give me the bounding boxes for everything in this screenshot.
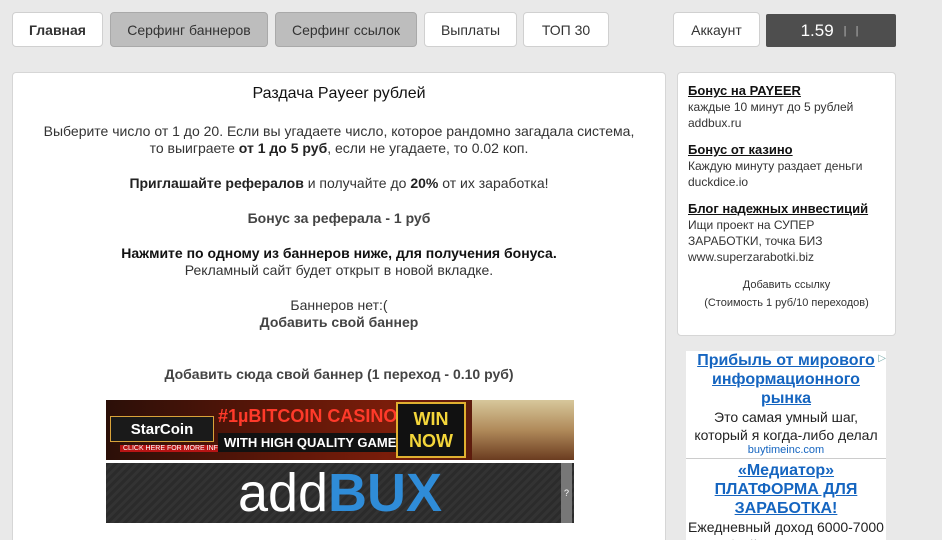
nav-top30[interactable]: ТОП 30 [523, 12, 609, 47]
ad-text: Это самая умный шаг, который я когда-либ… [694, 409, 878, 443]
sidebar-item-desc: Ищи проект на СУПЕР ЗАРАБОТКИ, точка БИЗ [688, 218, 823, 248]
starcoin-banner[interactable]: StarCoin CLICK HERE FOR MORE INFO #1µBIT… [106, 400, 574, 460]
sidebar-item[interactable]: Блог надежных инвестиций Ищи проект на С… [688, 201, 885, 265]
prize-range: от 1 до 5 руб [238, 140, 328, 156]
rules-suffix: , если не угадаете, то 0.02 коп. [327, 140, 529, 156]
starcoin-logo: StarCoin [110, 416, 214, 442]
add-banner-here-link[interactable]: Добавить сюда свой баннер (1 переход - 0… [13, 366, 665, 383]
referral-bonus: Бонус за реферала - 1 руб [247, 210, 431, 226]
casino-characters-image [472, 400, 574, 460]
click-instruction: Нажмите по одному из баннеров ниже, для … [121, 245, 557, 261]
nav-account[interactable]: Аккаунт [673, 12, 760, 47]
addbux-logo-add: add [237, 463, 329, 523]
nav-home[interactable]: Главная [12, 12, 103, 47]
sidebar-item-url: www.superzarabotki.biz [688, 250, 815, 264]
rules-line-1: Выберите число от 1 до 20. Если вы угада… [43, 123, 635, 139]
main-panel: Раздача Payeer рублей Выберите число от … [12, 72, 666, 540]
sidebar-item-url: addbux.ru [688, 116, 742, 130]
ad-text: Ежедневный доход 6000-7000 рублей на Авт… [688, 519, 884, 540]
casino-headline: #1µBITCOIN CASINO [218, 406, 398, 426]
rules-prefix: то выиграете [149, 140, 239, 156]
balance-bars: | | [843, 24, 862, 37]
addbux-logo-bux: BUX [328, 463, 443, 523]
ad-url[interactable]: buytimeinc.com [686, 444, 886, 456]
sidebar-item-title[interactable]: Блог надежных инвестиций [688, 201, 885, 217]
page-title: Раздача Payeer рублей [252, 85, 426, 102]
nav-payouts[interactable]: Выплаты [424, 12, 517, 47]
add-banner-link[interactable]: Добавить свой баннер [13, 314, 665, 331]
referral-line: Приглашайте рефералов и получайте до 20%… [13, 175, 665, 192]
rules-line-2: то выиграете от 1 до 5 руб, если не угад… [13, 140, 665, 157]
nav-banner-surf[interactable]: Серфинг баннеров [110, 12, 268, 47]
referral-mid: и получайте до [303, 175, 411, 191]
win-now-badge: WIN NOW [396, 402, 466, 458]
sidebar-item[interactable]: Бонус от казино Каждую минуту раздает де… [688, 142, 885, 190]
addbux-banner[interactable]: add BUX ? [106, 463, 574, 523]
sidebar-item[interactable]: Бонус на PAYEER каждые 10 минут до 5 руб… [688, 83, 885, 131]
nav-link-surf[interactable]: Серфинг ссылок [275, 12, 417, 47]
balance-display[interactable]: 1.59 | | [766, 14, 896, 47]
no-banners-text: Баннеров нет:( [290, 297, 388, 313]
help-icon[interactable]: ? [560, 463, 572, 523]
ad-title[interactable]: Прибыль от мирового информационного рынк… [686, 351, 886, 408]
balance-value: 1.59 [800, 20, 834, 40]
referral-post: от их заработка! [438, 175, 549, 191]
sidebar-item-title[interactable]: Бонус от казино [688, 142, 885, 158]
sidebar-item-desc: каждые 10 минут до 5 рублей [688, 100, 854, 114]
sidebar-item-url: duckdice.io [688, 175, 749, 189]
ad-divider [686, 458, 886, 459]
casino-subline: WITH HIGH QUALITY GAMES! [218, 433, 416, 452]
referral-invite: Приглашайте рефералов [129, 175, 304, 191]
new-tab-note: Рекламный сайт будет открыт в новой вкла… [184, 262, 494, 278]
sidebar-item-desc: Каждую минуту раздает деньги [688, 159, 863, 173]
sidebar-item-title[interactable]: Бонус на PAYEER [688, 83, 885, 99]
referral-percent: 20% [410, 175, 439, 191]
sidebar-links: Бонус на PAYEER каждые 10 минут до 5 руб… [677, 72, 896, 336]
starcoin-sub: CLICK HERE FOR MORE INFO [120, 445, 227, 452]
add-link-button[interactable]: Добавить ссылку [688, 276, 885, 294]
ad-choices-icon[interactable]: ▷ [878, 353, 886, 364]
ads-block: ▷ Прибыль от мирового информационного ры… [686, 351, 886, 540]
link-cost-note: (Стоимость 1 руб/10 переходов) [704, 297, 869, 309]
ad-title[interactable]: «Медиатор» ПЛАТФОРМА ДЛЯ ЗАРАБОТКА! [686, 461, 886, 518]
